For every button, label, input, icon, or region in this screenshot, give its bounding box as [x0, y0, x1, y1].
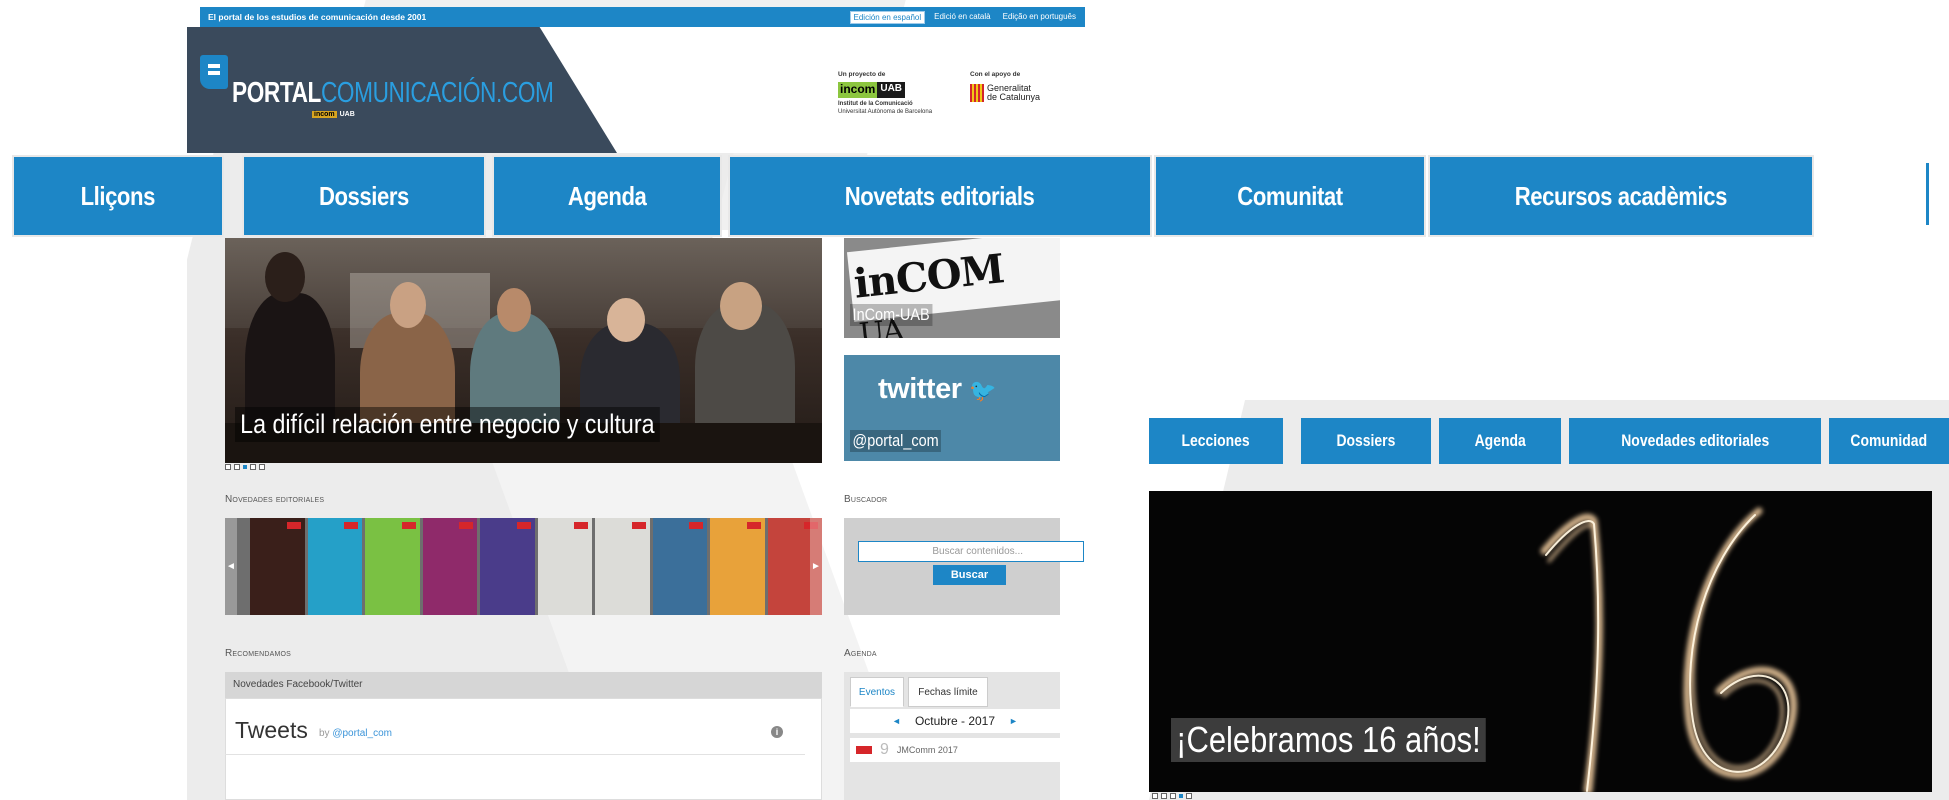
hero-dot-active[interactable]: [1179, 794, 1183, 798]
slider-dot-active[interactable]: [243, 465, 247, 469]
generalitat-logo[interactable]: Generalitat de Catalunya: [970, 84, 1040, 102]
project-title: Un proyecto de: [838, 71, 886, 78]
recommend-header: Novedades Facebook/Twitter: [225, 672, 822, 698]
tweets-byline: by @portal_com: [319, 728, 392, 739]
hero-pagination: [1152, 793, 1192, 799]
section-title-agenda: Agenda: [844, 648, 877, 659]
slide-caption[interactable]: La difícil relación entre negocio y cult…: [235, 407, 660, 442]
divider: [225, 754, 805, 755]
twitter-logo-icon: twitter 🐦: [878, 373, 996, 405]
twitter-timeline: [225, 698, 822, 800]
incom-banner-label[interactable]: InCom-UAB: [850, 304, 933, 326]
slider-dot[interactable]: [225, 464, 231, 470]
section-title-buscador: Buscador: [844, 494, 888, 505]
catalan-flag-icon: [970, 84, 984, 102]
event-day: 9: [880, 741, 889, 758]
nav-tab-dossiers-es[interactable]: Dossiers: [1301, 418, 1431, 464]
portal-screenshot-left: El portal de los estudios de comunicació…: [0, 0, 1085, 800]
search-button[interactable]: Buscar: [933, 565, 1006, 585]
book-cover[interactable]: [250, 518, 305, 615]
prev-month-button[interactable]: ◄: [892, 716, 901, 726]
book-cover[interactable]: [422, 518, 477, 615]
section-title-recomendamos: Recomendamos: [225, 648, 292, 659]
tab-fechas-limite[interactable]: Fechas límite: [908, 677, 988, 707]
portal-logo-icon[interactable]: [200, 55, 228, 89]
support-credit: Con el apoyo de Generalitat de Catalunya: [970, 71, 1040, 102]
logo-incom-badge: incom UAB: [312, 111, 355, 118]
carousel-prev-button[interactable]: ◄: [225, 518, 237, 615]
agenda-month-nav: ◄ Octubre - 2017 ►: [850, 709, 1060, 733]
nav-tab-llicons[interactable]: Lliçons: [12, 155, 224, 237]
search-input[interactable]: [858, 541, 1084, 562]
carousel-next-button[interactable]: ►: [810, 518, 822, 615]
nav-tab-novetats[interactable]: Novetats editorials: [728, 155, 1152, 237]
slider-pagination: [225, 464, 265, 470]
main-nav-small: Lecciones Dossiers Agenda Novedades edit…: [1149, 418, 1949, 464]
book-cover[interactable]: [480, 518, 535, 615]
nav-tab-novedades[interactable]: Novedades editoriales: [1569, 418, 1821, 464]
lang-ca-link[interactable]: Edició en català: [931, 11, 993, 24]
book-cover[interactable]: [710, 518, 765, 615]
hero-caption[interactable]: ¡Celebramos 16 años!: [1171, 718, 1486, 762]
project-credit: Un proyecto de incom UAB Institut de la C…: [838, 71, 932, 117]
event-tag-icon: [856, 746, 872, 754]
tab-eventos[interactable]: Eventos: [850, 677, 904, 707]
book-cover[interactable]: [307, 518, 362, 615]
agenda-event-row[interactable]: 9 JMComm 2017: [850, 738, 1060, 762]
support-title: Con el apoyo de: [970, 71, 1021, 78]
site-logo[interactable]: PORTALCOMUNICACIÓN.COM: [232, 77, 554, 110]
nav-tab-comunidad[interactable]: Comunidad: [1829, 418, 1949, 464]
hero-dot[interactable]: [1170, 793, 1176, 799]
hero-dot[interactable]: [1152, 793, 1158, 799]
section-title-novedades: Novedades editoriales: [225, 494, 325, 505]
twitter-banner-label[interactable]: @portal_com: [850, 430, 942, 452]
project-line-1: Institut de la Comunicació: [838, 101, 913, 108]
slider-dot[interactable]: [250, 464, 256, 470]
agenda-month-label: Octubre - 2017: [914, 714, 996, 728]
hero-dot[interactable]: [1186, 793, 1192, 799]
project-line-2: Universitat Autònoma de Barcelona: [838, 108, 933, 115]
lang-pt-link[interactable]: Edição en português: [1000, 11, 1079, 24]
nav-tab-dossiers[interactable]: Dossiers: [242, 155, 486, 237]
tweets-title: Tweets: [235, 717, 308, 743]
book-cover[interactable]: [537, 518, 592, 615]
book-carousel: [225, 518, 822, 615]
next-month-button[interactable]: ►: [1009, 716, 1018, 726]
nav-tab-recursos[interactable]: Recursos acadèmics: [1428, 155, 1814, 237]
book-cover[interactable]: [365, 518, 420, 615]
incom-logo[interactable]: incom UAB: [838, 82, 906, 99]
language-switcher: Edición en español Edició en català Ediç…: [849, 10, 1085, 24]
main-nav-large: Lliçons Dossiers Agenda Novetats editori…: [12, 155, 1949, 237]
nav-tab-comunitat[interactable]: Comunitat: [1154, 155, 1426, 237]
slider-dot[interactable]: [259, 464, 265, 470]
twitter-handle-link[interactable]: @portal_com: [332, 728, 392, 739]
nav-tab-lecciones[interactable]: Lecciones: [1149, 418, 1283, 464]
slider-dot[interactable]: [234, 464, 240, 470]
lang-es-link[interactable]: Edición en español: [849, 10, 926, 24]
nav-tab-agenda[interactable]: Agenda: [492, 155, 722, 237]
top-bar: El portal de los estudios de comunicació…: [200, 7, 1085, 27]
hero-dot[interactable]: [1161, 793, 1167, 799]
book-cover[interactable]: [595, 518, 650, 615]
book-cover[interactable]: [652, 518, 707, 615]
event-name: JMComm 2017: [896, 745, 958, 755]
site-tagline: El portal de los estudios de comunicació…: [208, 12, 427, 22]
nav-edge: [1926, 163, 1929, 225]
info-icon[interactable]: i: [771, 726, 783, 738]
nav-tab-agenda-es[interactable]: Agenda: [1439, 418, 1561, 464]
